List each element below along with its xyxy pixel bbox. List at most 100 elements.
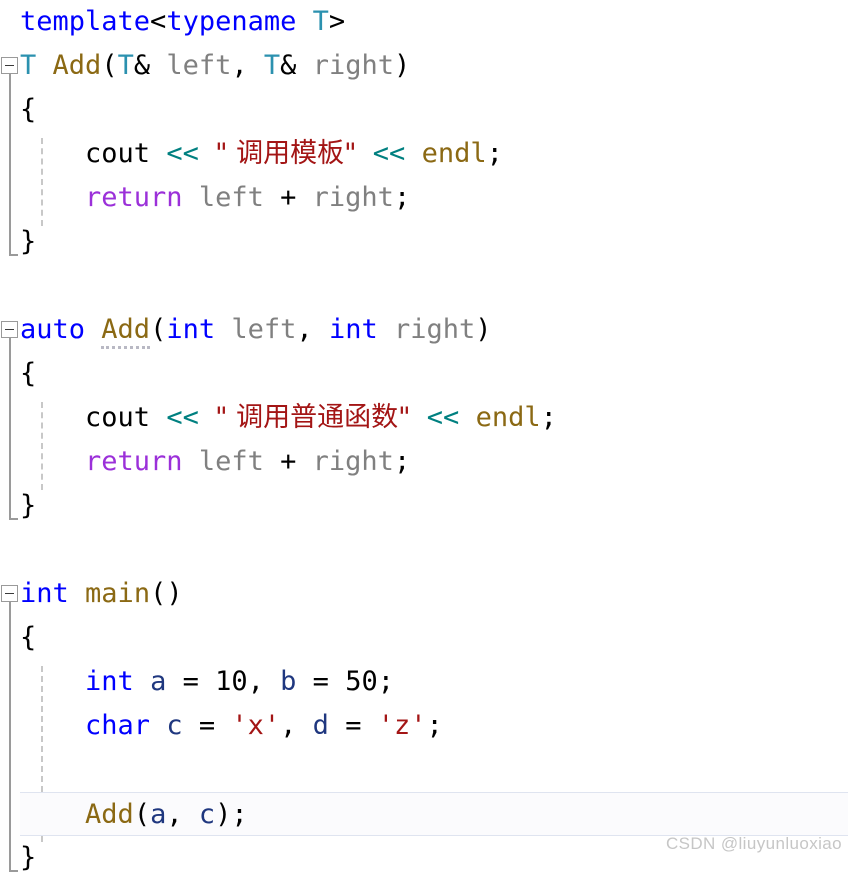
code-line[interactable]: auto Add(int left, int right)	[0, 308, 850, 352]
code-token: int	[166, 314, 216, 345]
code-line[interactable]: template<typename T>	[0, 0, 850, 44]
code-token: ,	[166, 799, 199, 830]
code-line[interactable]: {	[0, 616, 850, 660]
code-token: c	[166, 710, 183, 741]
code-token: typename	[166, 6, 297, 37]
code-token: Add	[101, 314, 151, 349]
code-token: &	[280, 50, 313, 81]
code-line[interactable]: return left + right;	[0, 440, 850, 484]
code-token: endl	[421, 138, 487, 169]
code-line[interactable]	[0, 264, 850, 308]
code-token: ;	[393, 182, 411, 213]
code-token: ;	[231, 799, 248, 830]
code-token: {	[20, 94, 37, 125]
code-line[interactable]: int a = 10, b = 50;	[0, 660, 850, 704]
fold-minus-icon[interactable]	[1, 585, 18, 602]
code-editor[interactable]: template<typename T> T Add(T& left, T& ri…	[0, 0, 850, 878]
code-line[interactable]: int main()	[0, 572, 850, 616]
code-token: left	[198, 182, 264, 213]
code-token: {	[20, 622, 37, 653]
code-line[interactable]	[0, 528, 850, 572]
code-token: =	[296, 666, 346, 697]
code-token: left	[231, 314, 297, 345]
code-token: )	[475, 314, 492, 345]
code-token: template	[20, 6, 151, 37]
code-token: " 调用模板"	[215, 138, 357, 169]
code-line[interactable]: T Add(T& left, T& right)	[0, 44, 850, 88]
code-token: int	[85, 666, 134, 697]
code-token: <<	[372, 138, 406, 169]
code-token: ,	[280, 710, 313, 741]
code-line[interactable]: char c = 'x', d = 'z';	[0, 704, 850, 748]
code-token: ,	[247, 666, 281, 697]
code-token: main	[85, 578, 151, 609]
code-token: Add	[85, 799, 134, 830]
code-token: &	[133, 50, 167, 81]
code-token: 50	[345, 666, 378, 697]
code-token: char	[85, 710, 151, 741]
code-token: <<	[166, 402, 199, 433]
code-token: a	[150, 666, 167, 697]
fold-minus-icon[interactable]	[1, 321, 18, 338]
code-token: +	[263, 446, 313, 477]
code-token: }	[20, 226, 37, 257]
code-token: b	[280, 666, 297, 697]
code-token: cout	[20, 402, 167, 433]
code-token: <<	[166, 138, 199, 169]
code-token: left	[166, 50, 232, 81]
fold-minus-icon[interactable]	[1, 57, 18, 74]
code-token: (	[101, 50, 118, 81]
code-token: 'z'	[377, 710, 427, 741]
code-token: right	[393, 314, 476, 345]
code-line[interactable]: }	[0, 484, 850, 528]
code-line[interactable]: {	[0, 88, 850, 132]
code-token: int	[328, 314, 378, 345]
code-line[interactable]	[0, 748, 850, 792]
code-token: (	[133, 799, 151, 830]
code-token: )	[215, 799, 232, 830]
code-token: int	[20, 578, 69, 609]
code-line[interactable]: {	[0, 352, 850, 396]
code-line[interactable]: cout << " 调用模板" << endl;	[0, 132, 850, 176]
code-content[interactable]: template<typename T> T Add(T& left, T& ri…	[0, 0, 850, 880]
code-token: ()	[150, 578, 183, 609]
code-token: }	[20, 842, 37, 873]
code-token: +	[263, 182, 313, 213]
code-line[interactable]: return left + right;	[0, 176, 850, 220]
code-token: return	[85, 446, 183, 477]
code-token: }	[20, 490, 37, 521]
code-token: right	[312, 50, 394, 81]
code-token: 10	[215, 666, 248, 697]
code-token: ;	[486, 138, 503, 169]
code-token: right	[312, 182, 394, 213]
code-token: c	[198, 799, 216, 830]
code-token: return	[85, 182, 183, 213]
code-token: 'x'	[231, 710, 281, 741]
code-token: ,	[231, 50, 264, 81]
code-line[interactable]: cout << " 调用普通函数" << endl;	[0, 396, 850, 440]
code-token: =	[182, 710, 232, 741]
code-token: cout	[20, 138, 167, 169]
code-token: d	[312, 710, 329, 741]
code-token: ;	[426, 710, 443, 741]
code-line[interactable]: }	[0, 220, 850, 264]
code-token: )	[393, 50, 411, 81]
code-token: a	[150, 799, 167, 830]
code-token: T	[312, 6, 329, 37]
code-token: >	[328, 6, 346, 37]
code-token: <	[150, 6, 167, 37]
code-token: left	[198, 446, 264, 477]
code-token: ;	[540, 402, 557, 433]
